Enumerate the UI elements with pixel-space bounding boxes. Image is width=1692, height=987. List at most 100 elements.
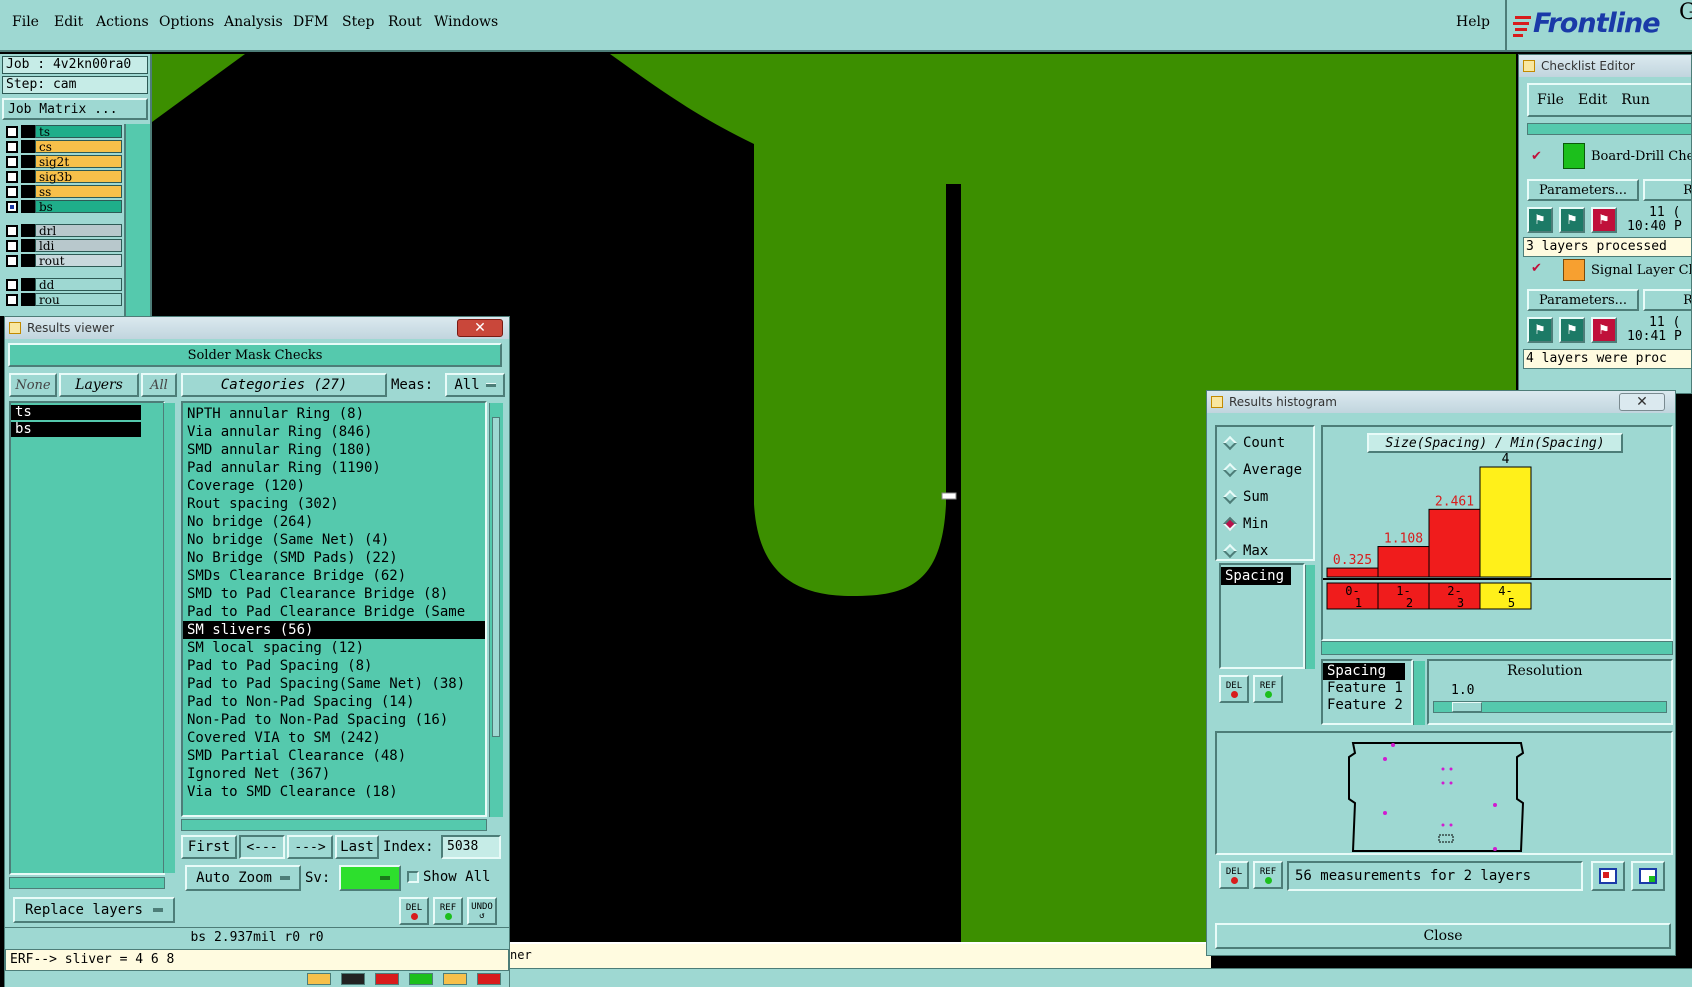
mode-radio-count[interactable]: Count — [1217, 429, 1313, 456]
category-item[interactable]: Ignored Net (367) — [183, 765, 485, 783]
category-item[interactable]: Via to SMD Clearance (18) — [183, 783, 485, 801]
all-button[interactable]: All — [141, 373, 177, 397]
close-button[interactable]: Close — [1215, 923, 1671, 949]
category-item[interactable]: Pad to Non-Pad Spacing (14) — [183, 693, 485, 711]
category-item[interactable]: No bridge (Same Net) (4) — [183, 531, 485, 549]
layer-checkbox[interactable] — [6, 140, 18, 153]
layer-scrollbar[interactable] — [124, 124, 150, 316]
layer-row-ts[interactable]: ts — [6, 124, 122, 139]
ref-button[interactable]: REF — [433, 897, 463, 925]
menu-file[interactable]: File — [12, 14, 39, 30]
layer-row-dd[interactable]: dd — [6, 277, 122, 292]
measure-list-scrollbar[interactable] — [1305, 565, 1315, 669]
replace-layers-dropdown[interactable]: Replace layers — [13, 897, 175, 923]
layer-checkbox[interactable] — [6, 239, 18, 252]
layer-checkbox[interactable] — [6, 155, 18, 168]
layer-row-rou[interactable]: rou — [6, 292, 122, 307]
menu-actions[interactable]: Actions — [96, 14, 149, 30]
layer-checkbox[interactable] — [6, 185, 18, 198]
category-item[interactable]: SMD annular Ring (180) — [183, 441, 485, 459]
ref-button[interactable]: REF — [1253, 861, 1283, 889]
results-layer-item[interactable]: ts — [11, 405, 141, 420]
sv-dropdown[interactable] — [339, 865, 401, 891]
footer-tool-icon[interactable] — [409, 973, 433, 985]
layer-row-sig2t[interactable]: sig2t — [6, 154, 122, 169]
categories-hscrollbar[interactable] — [181, 819, 487, 831]
checkmark-icon[interactable]: ✔ — [1531, 261, 1542, 276]
checklist-menu-run[interactable]: Run — [1621, 92, 1650, 108]
meas-dropdown[interactable]: All — [445, 373, 505, 397]
del-button[interactable]: DEL — [399, 897, 429, 925]
run-person-icon[interactable]: ⚑ — [1559, 207, 1585, 233]
category-item[interactable]: Rout spacing (302) — [183, 495, 485, 513]
footer-tool-icon[interactable] — [307, 973, 331, 985]
feature-list-scrollbar[interactable] — [1413, 661, 1425, 725]
feature-item[interactable]: Feature 2 — [1323, 697, 1411, 714]
categories-button[interactable]: Categories (27) — [181, 373, 387, 397]
parameters-button[interactable]: Parameters... — [1527, 179, 1639, 201]
layer-checkbox[interactable] — [6, 254, 18, 267]
run-person-icon[interactable]: ⚑ — [1527, 317, 1553, 343]
layer-row-sig3b[interactable]: sig3b — [6, 169, 122, 184]
resolution-slider-thumb[interactable] — [1452, 702, 1482, 712]
prev-button[interactable]: <--- — [239, 835, 285, 859]
footer-tool-icon[interactable] — [477, 973, 501, 985]
zoom-dropdown[interactable]: Auto Zoom — [185, 865, 301, 891]
category-item[interactable]: NPTH annular Ring (8) — [183, 405, 485, 423]
resolution-slider[interactable] — [1433, 701, 1667, 713]
job-matrix-button[interactable]: Job Matrix ... — [2, 98, 148, 120]
category-item[interactable]: Pad to Pad Clearance Bridge (Same — [183, 603, 485, 621]
run-person-icon[interactable]: ⚑ — [1527, 207, 1553, 233]
category-item[interactable]: Pad to Pad Spacing(Same Net) (38) — [183, 675, 485, 693]
results-layer-item[interactable]: bs — [11, 422, 141, 437]
feature-item[interactable]: Spacing — [1323, 663, 1405, 680]
layer-row-rout[interactable]: rout — [6, 253, 122, 268]
category-item[interactable]: Pad to Pad Spacing (8) — [183, 657, 485, 675]
category-item[interactable]: Non-Pad to Non-Pad Spacing (16) — [183, 711, 485, 729]
histogram-bar[interactable] — [1479, 466, 1532, 578]
category-item[interactable]: SM slivers (56) — [183, 621, 485, 639]
first-button[interactable]: First — [181, 835, 237, 859]
report-icon[interactable] — [1631, 861, 1665, 891]
next-button[interactable]: ---> — [287, 835, 333, 859]
category-item[interactable]: Via annular Ring (846) — [183, 423, 485, 441]
close-icon[interactable]: ✕ — [457, 319, 503, 337]
last-button[interactable]: Last — [335, 835, 379, 859]
layer-row-drl[interactable]: drl — [6, 223, 122, 238]
footer-tool-icon[interactable] — [341, 973, 365, 985]
layer-row-cs[interactable]: cs — [6, 139, 122, 154]
menu-options[interactable]: Options — [159, 14, 214, 30]
layer-checkbox[interactable] — [6, 125, 18, 138]
measure-list[interactable]: Spacing — [1219, 563, 1305, 669]
mode-radio-average[interactable]: Average — [1217, 456, 1313, 483]
category-item[interactable]: SM local spacing (12) — [183, 639, 485, 657]
show-all-checkbox[interactable] — [407, 871, 419, 883]
layer-list-scrollbar[interactable] — [163, 403, 175, 873]
close-icon[interactable]: ✕ — [1619, 393, 1665, 411]
mode-radio-sum[interactable]: Sum — [1217, 483, 1313, 510]
layer-checkbox[interactable] — [6, 224, 18, 237]
feature-item[interactable]: Feature 1 — [1323, 680, 1411, 697]
del-button[interactable]: DEL — [1219, 675, 1249, 703]
menu-edit[interactable]: Edit — [54, 14, 83, 30]
menu-dfm[interactable]: DFM — [293, 14, 328, 30]
footer-tool-icon[interactable] — [375, 973, 399, 985]
category-item[interactable]: Coverage (120) — [183, 477, 485, 495]
board-preview[interactable] — [1215, 731, 1673, 855]
category-item[interactable]: No Bridge (SMD Pads) (22) — [183, 549, 485, 567]
footer-tool-icon[interactable] — [443, 973, 467, 985]
layer-row-ss[interactable]: ss — [6, 184, 122, 199]
categories-scroll-thumb[interactable] — [492, 417, 500, 737]
undo-button[interactable]: UNDO ↺ — [467, 897, 497, 925]
layer-checkbox[interactable] — [6, 293, 18, 306]
categories-list[interactable]: NPTH annular Ring (8) Via annular Ring (8… — [181, 401, 487, 817]
menu-help[interactable]: Help — [1456, 14, 1490, 30]
run-person-icon[interactable]: ⚑ — [1559, 317, 1585, 343]
histogram-bar[interactable] — [1428, 508, 1481, 578]
layer-row-ldi[interactable]: ldi — [6, 238, 122, 253]
layers-button[interactable]: Layers — [59, 373, 139, 397]
run-person-icon[interactable]: ⚑ — [1591, 317, 1617, 343]
parameters-button[interactable]: Parameters... — [1527, 289, 1639, 311]
layer-checkbox[interactable] — [6, 200, 18, 213]
run-button[interactable]: Ra — [1643, 289, 1691, 311]
